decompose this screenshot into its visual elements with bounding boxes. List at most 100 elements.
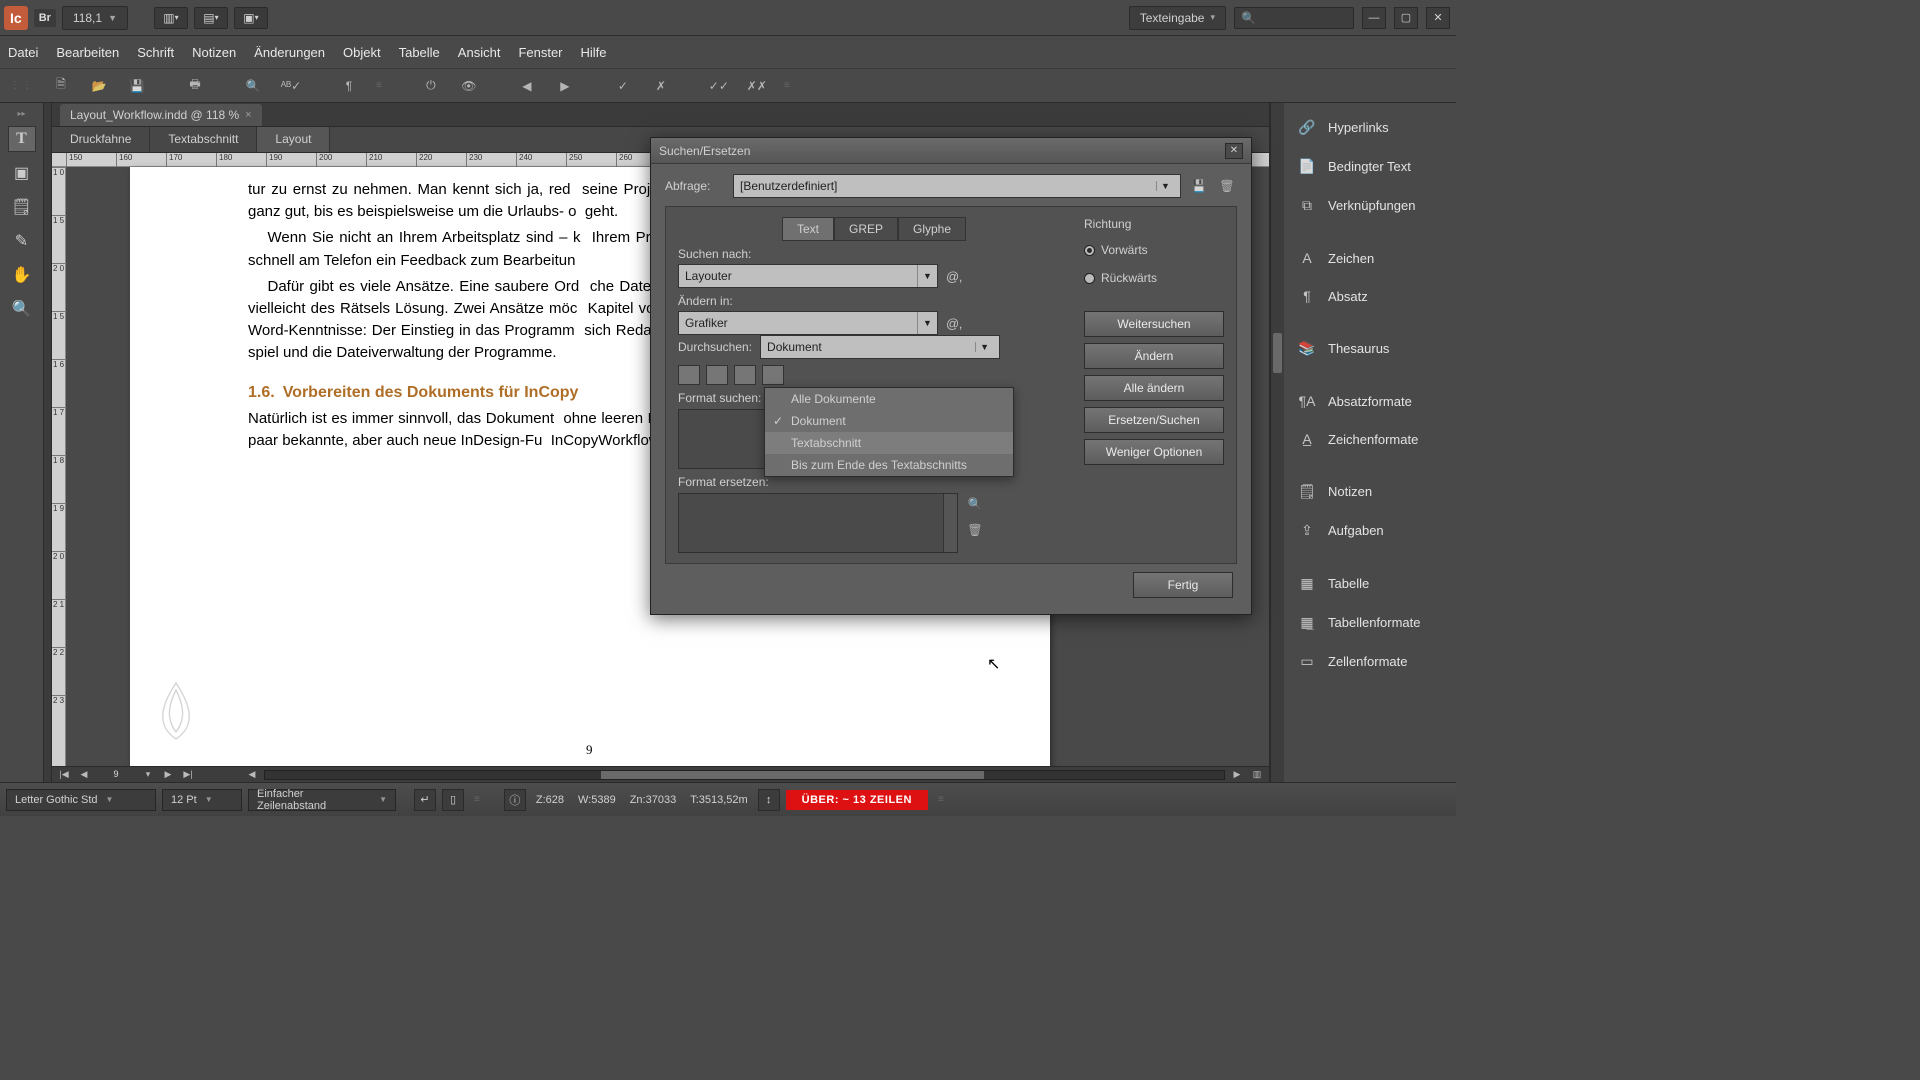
include-footnotes-icon[interactable] [762,365,784,385]
workspace-switcher[interactable]: Texteingabe ▾ [1129,6,1226,30]
new-doc-icon[interactable]: 🗎 [46,74,76,98]
direction-forward-radio[interactable]: Vorwärts [1084,243,1224,257]
pilcrow-icon[interactable]: ¶ [334,74,364,98]
done-button[interactable]: Fertig [1133,572,1233,598]
scope-option[interactable]: Alle Dokumente [765,388,1013,410]
zoom-tool-icon[interactable]: 🔍 [8,296,36,322]
panel-bedingter text[interactable]: 📄Bedingter Text [1286,150,1454,183]
reject-all-icon[interactable]: ✗✗ [742,74,772,98]
info-icon[interactable]: ⓘ [504,789,526,811]
query-combo[interactable]: [Benutzerdefiniert] ▼ [733,174,1181,198]
view-mode-icon-3[interactable]: ▣ ▾ [234,7,268,29]
scope-option[interactable]: Textabschnitt [765,432,1013,454]
tab-text[interactable]: Text [782,217,834,241]
scroll-left-icon[interactable]: ◀ [244,769,260,781]
find-icon[interactable]: 🔍 [238,74,268,98]
tab-grep[interactable]: GREP [834,217,898,241]
panel-hyperlinks[interactable]: 🔗Hyperlinks [1286,111,1454,144]
font-size-combo[interactable]: 12 Pt▼ [162,789,242,811]
scope-option[interactable]: Bis zum Ende des Textabschnitts [765,454,1013,476]
panel-thesaurus[interactable]: 📚Thesaurus [1286,332,1454,365]
menu-datei[interactable]: Datei [8,45,38,60]
find-input[interactable]: Layouter ▼ [678,264,938,288]
dialog-close-icon[interactable]: ✕ [1225,143,1243,159]
font-family-combo[interactable]: Letter Gothic Std▼ [6,789,156,811]
help-search[interactable]: 🔍 [1234,7,1354,29]
panel-tabelle[interactable]: ▦Tabelle [1286,567,1454,600]
document-tab[interactable]: Layout_Workflow.indd @ 118 % × [60,104,262,126]
menu-objekt[interactable]: Objekt [343,45,381,60]
menu-ansicht[interactable]: Ansicht [458,45,501,60]
tab-glyphe[interactable]: Glyphe [898,217,966,241]
menu-tabelle[interactable]: Tabelle [399,45,440,60]
include-locked-icon[interactable] [678,365,700,385]
page-break-icon[interactable]: ▯ [442,789,464,811]
menu-hilfe[interactable]: Hilfe [581,45,607,60]
view-tab-textabschnitt[interactable]: Textabschnitt [150,127,257,152]
horizontal-scrollbar[interactable] [264,770,1225,780]
change-find-button[interactable]: Ersetzen/Suchen [1084,407,1224,433]
accept-all-icon[interactable]: ✓✓ [704,74,734,98]
menu-notizen[interactable]: Notizen [192,45,236,60]
panel-zeichenformate[interactable]: A̲Zeichenformate [1286,423,1454,455]
panel-tabellenformate[interactable]: ▦̲Tabellenformate [1286,606,1454,639]
power-icon[interactable]: ⏻ [416,74,446,98]
next-page-icon[interactable]: ▶ [160,769,176,781]
eyedropper-icon[interactable]: ✎ [8,228,36,254]
scroll-right-icon[interactable]: ▶ [1229,769,1245,781]
page-dropdown-icon[interactable]: ▾ [140,769,156,781]
note-tool-icon[interactable]: 🗒 [8,194,36,220]
panel-zellenformate[interactable]: ▭Zellenformate [1286,645,1454,678]
change-format-box[interactable] [678,493,958,553]
edit-format-icon[interactable]: 🔍 [966,497,984,513]
open-icon[interactable]: 📂 [84,74,114,98]
zoom-combo[interactable]: 118,1 ▼ [62,6,128,30]
find-next-button[interactable]: Weitersuchen [1084,311,1224,337]
view-tab-druckfahne[interactable]: Druckfahne [52,127,150,152]
chevron-down-icon[interactable]: ▼ [917,312,937,334]
column-break-icon[interactable]: ↵ [414,789,436,811]
scope-option[interactable]: Dokument [765,410,1013,432]
leading-combo[interactable]: Einfacher Zeilenabstand▼ [248,789,396,811]
close-tab-icon[interactable]: × [245,109,251,121]
page-number-field[interactable]: 9 [96,769,136,781]
save-icon[interactable]: 💾 [122,74,152,98]
menu-bearbeiten[interactable]: Bearbeiten [56,45,119,60]
spellcheck-icon[interactable]: ᴬᴮ✓ [276,74,306,98]
change-button[interactable]: Ändern [1084,343,1224,369]
include-hidden-icon[interactable] [706,365,728,385]
depth-icon[interactable]: ↕ [758,789,780,811]
save-query-icon[interactable]: 💾 [1189,179,1209,193]
clear-format-icon[interactable]: 🗑 [966,523,984,539]
menu-fenster[interactable]: Fenster [518,45,562,60]
panel-notizen[interactable]: 🗒Notizen [1286,475,1454,508]
view-tab-layout[interactable]: Layout [257,127,330,152]
chevron-down-icon[interactable]: ▼ [917,265,937,287]
panel-absatz[interactable]: ¶Absatz [1286,280,1454,312]
panel-absatzformate[interactable]: ¶AAbsatzformate [1286,385,1454,417]
panel-aufgaben[interactable]: ⇪Aufgaben [1286,514,1454,547]
special-char-icon[interactable]: @‚ [944,269,964,284]
accept-icon[interactable]: ✓ [608,74,638,98]
panel-verknüpfungen[interactable]: ⧉Verknüpfungen [1286,189,1454,222]
type-tool-icon[interactable]: T [8,126,36,152]
last-page-icon[interactable]: ▶| [180,769,196,781]
menu-schrift[interactable]: Schrift [137,45,174,60]
view-mode-icon-1[interactable]: ▥ ▾ [154,7,188,29]
special-char-icon[interactable]: @‚ [944,316,964,331]
print-icon[interactable]: 🖶 [180,74,210,98]
prev-change-icon[interactable]: ◀ [512,74,542,98]
delete-query-icon[interactable]: 🗑 [1217,179,1237,193]
panel-zeichen[interactable]: AZeichen [1286,242,1454,274]
eye-icon[interactable]: 👁 [454,74,484,98]
include-master-icon[interactable] [734,365,756,385]
first-page-icon[interactable]: |◀ [56,769,72,781]
dialog-titlebar[interactable]: Suchen/Ersetzen ✕ [651,138,1251,164]
vertical-ruler[interactable]: 1 01 52 01 51 61 71 81 92 02 12 22 3 [52,167,66,766]
minimize-button[interactable]: — [1362,7,1386,29]
menu-aenderungen[interactable]: Änderungen [254,45,325,60]
prev-page-icon[interactable]: ◀ [76,769,92,781]
close-button[interactable]: ✕ [1426,7,1450,29]
next-change-icon[interactable]: ▶ [550,74,580,98]
scope-combo[interactable]: Dokument ▼ [760,335,1000,359]
